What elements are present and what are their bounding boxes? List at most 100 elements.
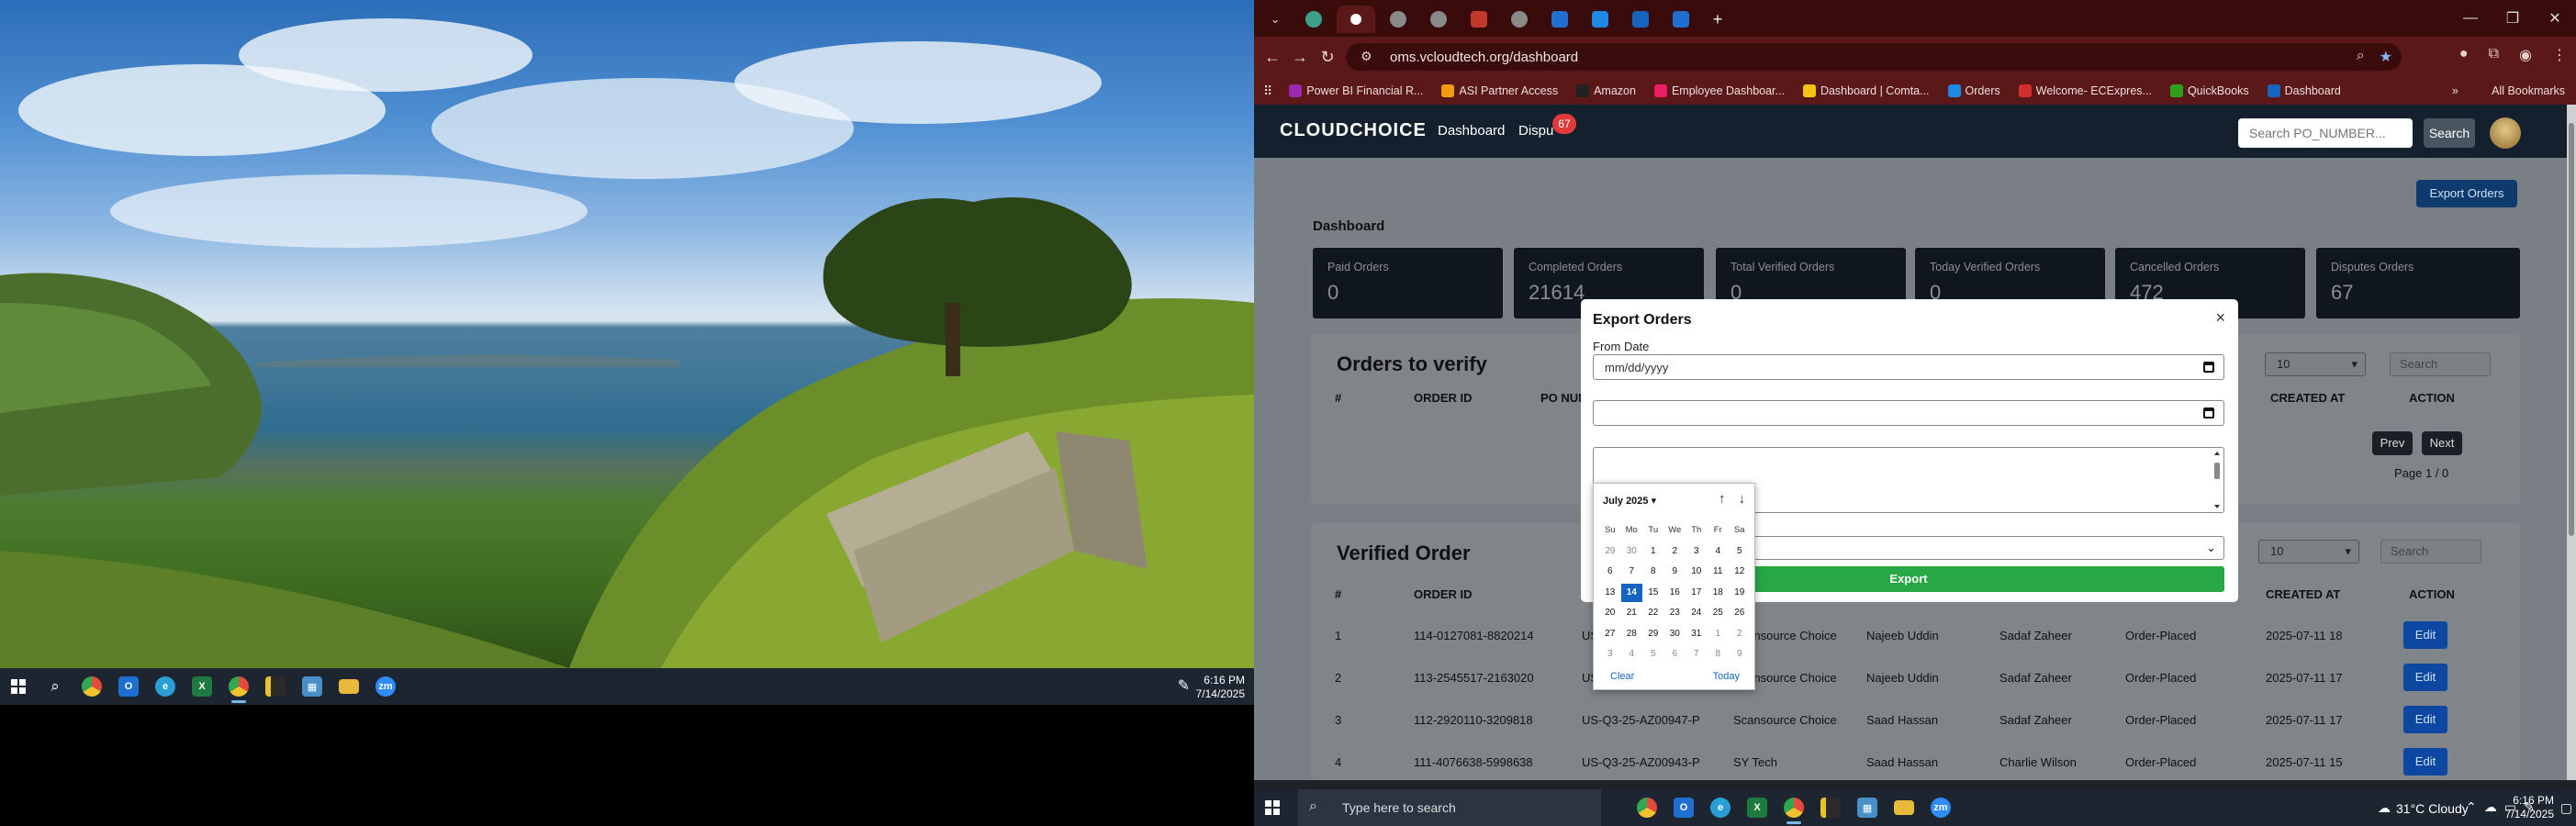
bookmark-item[interactable]: QuickBooks	[2169, 84, 2249, 97]
calendar-day[interactable]: 24	[1686, 604, 1708, 622]
calendar-day[interactable]: 7	[1621, 563, 1643, 581]
browser-tab-9[interactable]	[1621, 6, 1660, 33]
next-page-button[interactable]: Next	[2422, 431, 2462, 455]
arrow-up-icon[interactable]: ↑	[1719, 491, 1726, 507]
bookmark-star-icon[interactable]: ★	[2380, 48, 2392, 66]
extensions-puzzle-icon[interactable]: ⧉	[2489, 46, 2499, 64]
stat-paid-orders[interactable]: Paid Orders 0	[1313, 248, 1503, 318]
nav-dashboard[interactable]: Dashboard	[1438, 123, 1505, 139]
weather-widget[interactable]: ☁ 31°C Cloudy	[2378, 800, 2469, 816]
calendar-day[interactable]: 29	[1642, 625, 1664, 643]
apps-grid-icon[interactable]: ⠿	[1263, 84, 1272, 99]
stat-disputes-orders[interactable]: Disputes Orders 67	[2316, 248, 2520, 318]
modal-close-button[interactable]: ×	[2215, 308, 2225, 328]
restore-button[interactable]: ❐	[2492, 0, 2534, 37]
calendar-day[interactable]: 6	[1599, 563, 1621, 581]
taskbar-calculator[interactable]: ▦	[294, 668, 330, 705]
edit-button[interactable]: Edit	[2403, 748, 2447, 776]
cloud-sync-icon[interactable]: ☁	[2484, 799, 2497, 815]
calendar-day[interactable]: 19	[1729, 584, 1751, 602]
calendar-day[interactable]: 18	[1708, 584, 1730, 602]
calendar-day[interactable]: 13	[1599, 584, 1621, 602]
calendar-day[interactable]: 22	[1642, 604, 1664, 622]
month-year-select[interactable]: July 2025 ▾	[1603, 495, 1656, 507]
calendar-day[interactable]: 11	[1708, 563, 1730, 581]
calendar-day[interactable]: 25	[1708, 604, 1730, 622]
taskbar-outlook[interactable]: O	[1665, 789, 1702, 826]
scrollbar-thumb[interactable]	[2569, 123, 2574, 536]
calendar-day[interactable]: 15	[1642, 584, 1664, 602]
browser-tab-6[interactable]	[1500, 6, 1539, 33]
browser-tab-4[interactable]	[1419, 6, 1458, 33]
calendar-day[interactable]: 16	[1664, 584, 1686, 602]
calendar-day[interactable]: 3	[1686, 542, 1708, 561]
verified-page-size-select[interactable]: 10 ▾	[2258, 540, 2359, 564]
to-date-input[interactable]	[1593, 400, 2224, 426]
bookmark-item[interactable]: Dashboard	[2267, 84, 2341, 97]
taskbar-outlook[interactable]: O	[110, 668, 147, 705]
windows-start-button[interactable]	[1260, 789, 1285, 826]
extension-circle-icon[interactable]: ●	[2459, 46, 2469, 64]
calendar-day[interactable]: 8	[1708, 645, 1730, 664]
calendar-day[interactable]: 31	[1686, 625, 1708, 643]
calendar-day[interactable]: 9	[1729, 645, 1751, 664]
browser-tab-active[interactable]	[1337, 6, 1375, 33]
today-date-button[interactable]: Today	[1713, 671, 1740, 682]
back-button[interactable]: ←	[1261, 46, 1283, 68]
profile-icon[interactable]: ◉	[2519, 46, 2532, 64]
calendar-day[interactable]: 26	[1729, 604, 1751, 622]
verified-search-input[interactable]: Search	[2380, 540, 2481, 564]
bookmark-item[interactable]: Dashboard | Comta...	[1802, 84, 1930, 97]
left-clock[interactable]: 6:16 PM 7/14/2025	[1196, 674, 1245, 701]
bookmark-item[interactable]: Amazon	[1576, 84, 1636, 97]
reload-button[interactable]: ↻	[1316, 46, 1338, 68]
calendar-day[interactable]: 6	[1664, 645, 1686, 664]
taskbar-chrome[interactable]	[1629, 789, 1665, 826]
calendar-day[interactable]: 1	[1708, 625, 1730, 643]
page-scrollbar[interactable]	[2567, 105, 2576, 780]
taskbar-chrome-active[interactable]	[1775, 789, 1812, 826]
tray-chevron-up-icon[interactable]: ⌃	[2466, 799, 2477, 815]
address-bar[interactable]: ⚙ oms.vcloudtech.org/dashboard ⌕ ★	[1346, 43, 2402, 71]
calendar-day[interactable]: 5	[1642, 645, 1664, 664]
calendar-icon[interactable]	[2203, 407, 2214, 419]
calendar-day[interactable]: 7	[1686, 645, 1708, 664]
calendar-day[interactable]: 20	[1599, 604, 1621, 622]
minimize-button[interactable]: —	[2449, 0, 2492, 37]
to-verify-page-size-select[interactable]: 10 ▾	[2265, 352, 2366, 376]
calendar-day[interactable]: 9	[1664, 563, 1686, 581]
avatar[interactable]	[2490, 117, 2521, 149]
calendar-icon[interactable]	[2203, 362, 2214, 373]
modal-list-scrollbar[interactable]	[2212, 450, 2222, 510]
export-orders-button[interactable]: Export Orders	[2416, 180, 2517, 207]
po-search-input[interactable]	[2238, 118, 2413, 148]
calendar-day[interactable]: 12	[1729, 563, 1751, 581]
taskbar-sticky-notes[interactable]	[257, 668, 294, 705]
taskbar-file-explorer[interactable]	[1886, 789, 1922, 826]
taskbar-chrome-active[interactable]	[220, 668, 257, 705]
new-tab-button[interactable]: +	[1704, 6, 1731, 33]
calendar-day[interactable]: 2	[1664, 542, 1686, 561]
browser-tab-1[interactable]	[1294, 6, 1333, 33]
taskbar-chrome[interactable]	[73, 668, 110, 705]
taskbar-zoom[interactable]: zm	[367, 668, 404, 705]
from-date-input[interactable]: mm/dd/yyyy	[1593, 354, 2224, 380]
calendar-day[interactable]: 14	[1620, 583, 1642, 602]
browser-tab-3[interactable]	[1379, 6, 1417, 33]
calendar-day[interactable]: 5	[1729, 542, 1751, 561]
site-info-icon[interactable]: ⚙	[1361, 49, 1372, 64]
bookmark-item[interactable]: Employee Dashboar...	[1653, 84, 1785, 97]
windows-start-button[interactable]	[0, 668, 37, 705]
edit-button[interactable]: Edit	[2403, 706, 2447, 733]
calendar-day[interactable]: 28	[1621, 625, 1643, 643]
browser-tab-7[interactable]	[1540, 6, 1579, 33]
calendar-day[interactable]: 27	[1599, 625, 1621, 643]
calendar-day[interactable]: 17	[1686, 584, 1708, 602]
nav-disputes[interactable]: Dispu	[1518, 123, 1553, 139]
arrow-down-icon[interactable]: ↓	[1739, 491, 1746, 507]
taskbar-calculator[interactable]: ▦	[1849, 789, 1886, 826]
bookmark-item[interactable]: Orders	[1947, 84, 2000, 97]
right-clock[interactable]: 6:16 PM 7/14/2025	[2505, 794, 2554, 821]
calendar-day[interactable]: 30	[1621, 542, 1643, 561]
bookmark-item[interactable]: Welcome- ECExpres...	[2018, 84, 2152, 97]
